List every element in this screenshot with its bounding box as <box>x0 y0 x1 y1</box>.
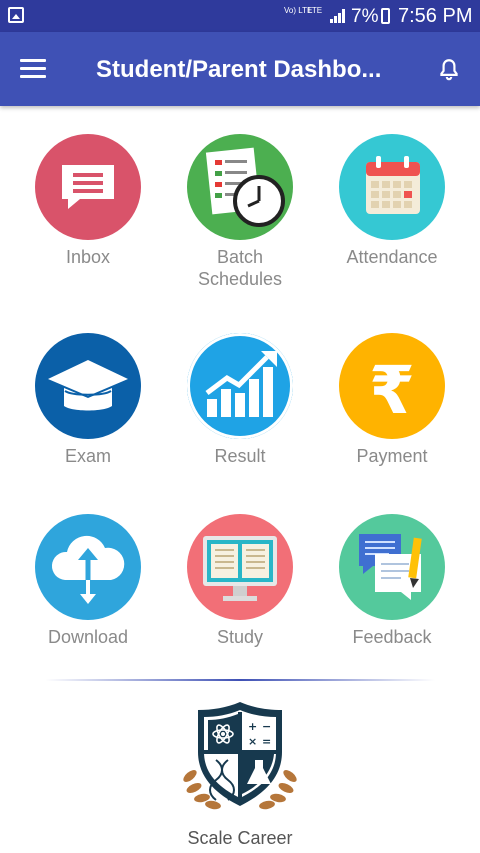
tile-payment[interactable]: ₹ Payment <box>317 333 467 467</box>
tile-label-feedback: Feedback <box>352 627 432 647</box>
page-title: Student/Parent Dashbo... <box>96 56 382 83</box>
app-bar: Student/Parent Dashbo... <box>0 32 480 106</box>
gallery-notification-icon <box>8 7 24 23</box>
tile-result[interactable]: Result <box>165 333 315 467</box>
tile-label-inbox: Inbox <box>65 247 111 267</box>
battery-charging-icon <box>381 8 390 24</box>
svg-text:×: × <box>248 735 257 748</box>
section-divider <box>45 679 435 681</box>
feedback-chat-pencil-icon <box>339 514 445 620</box>
tile-download[interactable]: Download <box>13 514 163 648</box>
svg-text:−: − <box>262 720 271 733</box>
notification-bell-icon[interactable] <box>436 57 462 83</box>
tile-label-download: Download <box>47 627 129 647</box>
status-bar: Vo) LTE LTE 7% 7:56 PM <box>0 0 480 32</box>
tile-feedback[interactable]: Feedback <box>317 514 467 648</box>
tile-label-attendance: Attendance <box>346 247 438 267</box>
growth-chart-icon <box>187 333 293 439</box>
tile-label-payment: Payment <box>356 446 428 466</box>
tile-label-exam: Exam <box>64 446 111 466</box>
tile-inbox[interactable]: Inbox <box>13 134 163 268</box>
svg-text:=: = <box>262 735 271 748</box>
tile-label-batch-schedules: Batch Schedules <box>197 247 283 289</box>
tile-label-study: Study <box>216 627 264 647</box>
lte-indicator: LTE <box>308 6 323 15</box>
svg-text:₹: ₹ <box>369 352 415 429</box>
tile-exam[interactable]: Exam <box>13 333 163 467</box>
tile-attendance[interactable]: Attendance <box>317 134 467 268</box>
tile-study[interactable]: Study <box>165 514 315 648</box>
hamburger-menu-icon[interactable] <box>20 59 46 79</box>
brand-name: Scale Career <box>187 828 293 848</box>
cloud-download-icon <box>35 514 141 620</box>
rupee-icon: ₹ <box>339 333 445 439</box>
signal-strength-icon <box>330 9 345 23</box>
open-book-monitor-icon <box>187 514 293 620</box>
tile-batch-schedules[interactable]: Batch Schedules <box>165 134 315 290</box>
battery-percent: 7% <box>351 6 379 27</box>
graduation-cap-icon <box>35 333 141 439</box>
status-time: 7:56 PM <box>398 5 473 27</box>
svg-text:+: + <box>248 720 257 733</box>
tile-label-result: Result <box>214 446 266 466</box>
calendar-icon <box>339 134 445 240</box>
scale-career-logo: + − × = <box>183 702 297 810</box>
schedule-checklist-clock-icon <box>187 134 293 240</box>
inbox-message-icon <box>35 134 141 240</box>
